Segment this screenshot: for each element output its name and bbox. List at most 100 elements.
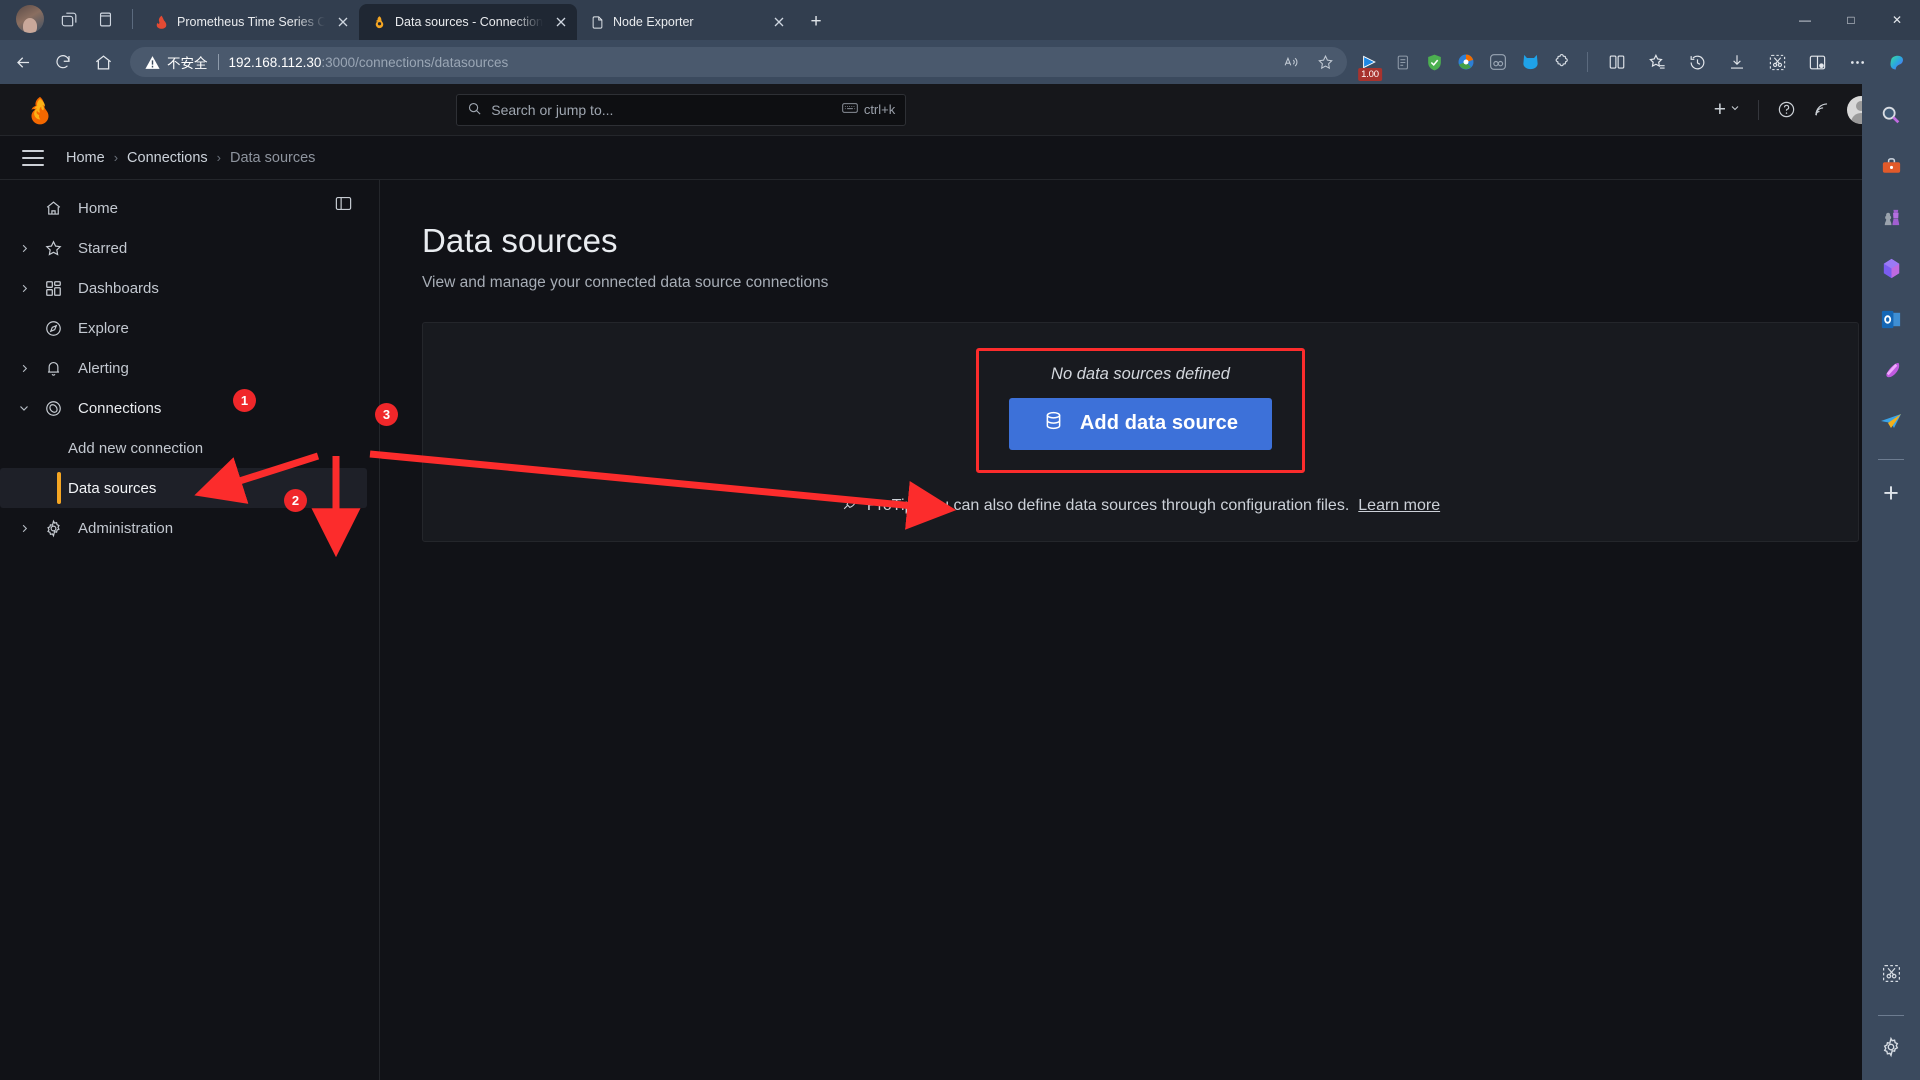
- outlook-icon[interactable]: [1874, 302, 1908, 336]
- chevron-down-icon[interactable]: [10, 394, 38, 422]
- search-icon: [467, 101, 482, 119]
- idm-extension-icon[interactable]: [1451, 47, 1481, 77]
- sidebar-item-connections[interactable]: Connections: [0, 388, 367, 428]
- sidebar-item-alerting[interactable]: Alerting: [0, 348, 367, 388]
- cat-extension-icon[interactable]: [1515, 47, 1545, 77]
- tab-strip-divider: [132, 9, 133, 29]
- close-icon[interactable]: [333, 12, 353, 32]
- close-icon[interactable]: [769, 12, 789, 32]
- home-icon[interactable]: [84, 46, 122, 78]
- breadcrumb-item-home[interactable]: Home: [66, 150, 105, 166]
- speed-badge: 1.00: [1358, 68, 1382, 81]
- sidebar-item-explore[interactable]: Explore: [0, 308, 367, 348]
- window-controls: — □ ✕: [1782, 0, 1920, 40]
- tab-prometheus[interactable]: Prometheus Time Series Collectio: [141, 4, 359, 40]
- sidebar-item-label: Home: [78, 199, 119, 217]
- minimize-button[interactable]: —: [1782, 0, 1828, 40]
- split-screen-icon[interactable]: [1598, 46, 1636, 78]
- video-speed-controller-icon[interactable]: 1.00: [1355, 47, 1385, 81]
- learn-more-link[interactable]: Learn more: [1358, 497, 1440, 515]
- browser-essentials-icon[interactable]: [1798, 46, 1836, 78]
- downloads-icon[interactable]: [1718, 46, 1756, 78]
- chevron-right-icon[interactable]: [10, 234, 38, 262]
- shield-green-extension-icon[interactable]: [1419, 47, 1449, 77]
- page-title: Data sources: [422, 222, 618, 259]
- back-arrow-icon[interactable]: [4, 46, 42, 78]
- breadcrumb-item-connections[interactable]: Connections: [127, 150, 208, 166]
- copilot-icon[interactable]: [1878, 46, 1916, 78]
- rss-news-icon[interactable]: [1806, 94, 1838, 126]
- warning-triangle-icon: [145, 55, 160, 69]
- search-input[interactable]: Search or jump to... ctrl+k: [456, 93, 907, 126]
- tab-actions-icon[interactable]: [52, 3, 86, 35]
- dashboards-icon: [38, 279, 68, 298]
- new-tab-button[interactable]: +: [801, 7, 831, 37]
- extension-icons: 1.00: [1355, 47, 1577, 81]
- maximize-button[interactable]: □: [1828, 0, 1874, 40]
- tab-node-exporter[interactable]: Node Exporter: [577, 4, 795, 40]
- chevron-right-icon[interactable]: [10, 514, 38, 542]
- sidebar-item-add-new-connection[interactable]: Add new connection: [0, 428, 367, 468]
- clipboard-extension-icon[interactable]: [1387, 47, 1417, 77]
- games-icon[interactable]: [1874, 200, 1908, 234]
- oo-extension-icon[interactable]: [1483, 47, 1513, 77]
- browser-toolbar: 不安全 192.168.112.30:3000/connections/data…: [0, 40, 1920, 84]
- topright-divider: [1757, 99, 1759, 120]
- address-bar[interactable]: 不安全 192.168.112.30:3000/connections/data…: [130, 47, 1347, 77]
- sidebar-item-starred[interactable]: Starred: [0, 228, 367, 268]
- sidebar-item-data-sources[interactable]: Data sources: [0, 468, 367, 508]
- sidebar-item-home[interactable]: Home: [0, 188, 367, 228]
- more-settings-icon[interactable]: [1838, 46, 1876, 78]
- chevron-right-icon[interactable]: [10, 354, 38, 382]
- breadcrumb-item-data-sources: Data sources: [229, 149, 316, 166]
- vertical-tabs-icon[interactable]: [88, 3, 122, 35]
- hamburger-menu-icon[interactable]: [22, 149, 44, 166]
- close-icon[interactable]: [551, 12, 571, 32]
- close-window-button[interactable]: ✕: [1874, 0, 1920, 40]
- breadcrumb: Home › Connections › Data sources: [0, 136, 1895, 180]
- profile-avatar-button[interactable]: [16, 5, 44, 33]
- help-circle-icon[interactable]: [1771, 94, 1803, 126]
- snip-tool-icon[interactable]: [1874, 956, 1908, 990]
- screenshot-icon[interactable]: [1758, 46, 1796, 78]
- tab-grafana-datasources[interactable]: Data sources - Connections - Gra: [359, 4, 577, 40]
- chevron-right-icon[interactable]: [10, 274, 38, 302]
- reload-icon[interactable]: [44, 46, 82, 78]
- protip: ProTip: You can also define data sources…: [841, 495, 1440, 517]
- tools-briefcase-icon[interactable]: [1874, 149, 1908, 183]
- collections-icon[interactable]: [1638, 46, 1676, 78]
- url-host: 192.168.112.30: [228, 54, 322, 70]
- page-icon: [589, 14, 605, 30]
- star-icon[interactable]: [1309, 46, 1341, 78]
- office-icon[interactable]: [1874, 251, 1908, 285]
- sidebar-item-dashboards[interactable]: Dashboards: [0, 268, 367, 308]
- sidebar-item-label: Explore: [78, 319, 129, 337]
- sidebar-add-button[interactable]: +: [1874, 476, 1908, 510]
- keyboard-icon: [842, 102, 858, 117]
- search-placeholder: Search or jump to...: [491, 101, 614, 118]
- sidebar-item-label: Connections: [78, 399, 162, 417]
- grafana-side-nav: Home Starred Dashboards Explore Alerting…: [0, 180, 380, 1080]
- history-icon[interactable]: [1678, 46, 1716, 78]
- page-viewport: Search or jump to... ctrl+k + Home › Con…: [0, 84, 1895, 1080]
- add-new-button[interactable]: +: [1709, 94, 1746, 126]
- search-icon[interactable]: [1874, 98, 1908, 132]
- grafana-icon: [371, 14, 387, 30]
- security-warning[interactable]: 不安全: [144, 52, 208, 72]
- toolbar-divider: [1587, 52, 1588, 72]
- sidebar-item-administration[interactable]: Administration: [0, 508, 367, 548]
- home-icon: [38, 199, 68, 218]
- puzzle-extensions-icon[interactable]: [1547, 47, 1577, 77]
- compass-icon: [38, 319, 68, 338]
- read-aloud-icon[interactable]: [1275, 46, 1307, 78]
- dock-menu-icon[interactable]: [334, 194, 353, 218]
- add-data-source-button[interactable]: Add data source: [1008, 397, 1273, 450]
- sidebar-item-label: Add new connection: [68, 439, 204, 457]
- sidebar-settings-icon[interactable]: [1874, 1030, 1908, 1064]
- tab-title: Node Exporter: [613, 15, 694, 29]
- grafana-logo-icon[interactable]: [25, 95, 55, 125]
- telegram-icon[interactable]: [1874, 404, 1908, 438]
- designer-icon[interactable]: [1874, 353, 1908, 387]
- chevron-down-icon: [1729, 101, 1741, 119]
